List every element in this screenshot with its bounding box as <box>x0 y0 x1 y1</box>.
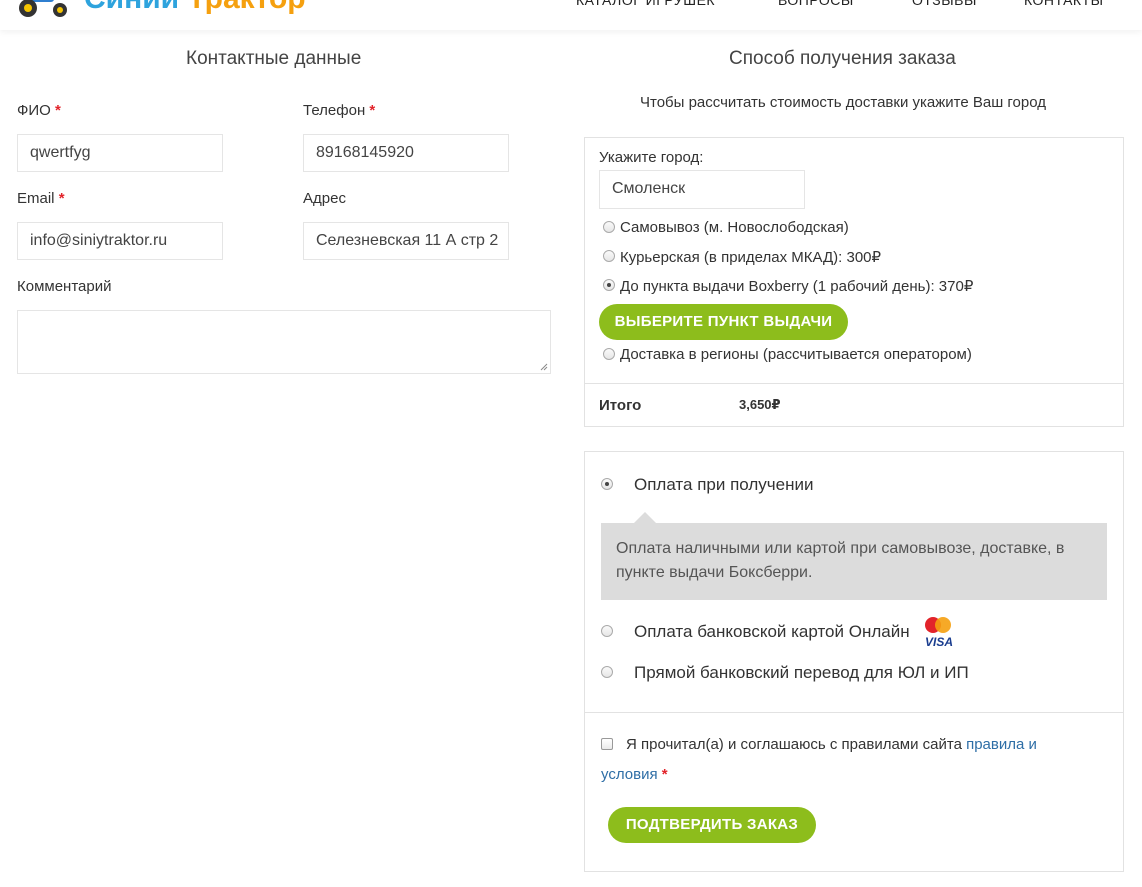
radio-pickup[interactable] <box>603 221 615 233</box>
site-header: Синий Трактор КАТАЛОГ ИГРУШЕК ВОПРОСЫ ОТ… <box>0 0 1142 30</box>
agree-text: Я прочитал(а) и соглашаюсь с правилами с… <box>601 730 1081 790</box>
nav-item-catalog[interactable]: КАТАЛОГ ИГРУШЕК <box>576 0 715 8</box>
delivery-box: Укажите город: Смоленск Самовывоз (м. Но… <box>584 137 1124 427</box>
radio-card-online[interactable] <box>601 625 613 637</box>
phone-label-text: Телефон <box>303 102 366 119</box>
payment-divider <box>585 712 1123 713</box>
choose-pickup-point-button[interactable]: ВЫБЕРИТЕ ПУНКТ ВЫДАЧИ <box>599 304 848 340</box>
fio-label: ФИО * <box>17 102 61 119</box>
agree-label: Я прочитал(а) и соглашаюсь с правилами с… <box>626 736 962 753</box>
nav-item-reviews[interactable]: ОТЗЫВЫ <box>912 0 977 8</box>
required-mark: * <box>58 190 65 207</box>
delivery-option-label[interactable]: Доставка в регионы (рассчитывается опера… <box>620 346 972 363</box>
site-logo[interactable]: Синий Трактор <box>84 0 306 16</box>
required-mark: * <box>55 102 61 119</box>
delivery-option-label[interactable]: Курьерская (в приделах МКАД): 300₽ <box>620 248 881 266</box>
payment-option-label[interactable]: Оплата при получении <box>634 475 813 495</box>
radio-courier[interactable] <box>603 250 615 262</box>
logo-text-part2: Трактор <box>187 0 305 15</box>
delivery-title: Способ получения заказа <box>729 48 956 69</box>
comment-textarea[interactable] <box>17 310 551 374</box>
city-input[interactable]: Смоленск <box>599 170 805 209</box>
contacts-title: Контактные данные <box>186 48 362 69</box>
payment-box: Оплата при получении Оплата наличными ил… <box>584 451 1124 872</box>
address-label: Адрес <box>303 190 346 207</box>
cod-description: Оплата наличными или картой при самовыво… <box>601 523 1107 600</box>
delivery-option-label[interactable]: До пункта выдачи Boxberry (1 рабочий ден… <box>620 277 973 295</box>
phone-input[interactable]: 89168145920 <box>303 134 509 172</box>
payment-option-label[interactable]: Оплата банковской картой Онлайн <box>634 622 910 642</box>
email-label: Email * <box>17 190 65 207</box>
logo-text-part1: Синий <box>84 0 179 15</box>
radio-regions[interactable] <box>603 348 615 360</box>
phone-label: Телефон * <box>303 102 375 119</box>
total-value: 3,650₽ <box>739 397 781 412</box>
radio-boxberry[interactable] <box>603 279 615 291</box>
nav-item-questions[interactable]: ВОПРОСЫ <box>778 0 854 8</box>
radio-cod[interactable] <box>601 478 613 490</box>
card-logo-text: VISA <box>925 635 953 649</box>
delivery-option-label[interactable]: Самовывоз (м. Новослободская) <box>620 219 849 236</box>
city-label: Укажите город: <box>599 149 704 166</box>
email-input[interactable]: info@siniytraktor.ru <box>17 222 223 260</box>
total-divider <box>585 383 1123 384</box>
radio-bank-transfer[interactable] <box>601 666 613 678</box>
fio-input[interactable]: qwertfyg <box>17 134 223 172</box>
address-input[interactable]: Селезневская 11 А стр 2 <box>303 222 509 260</box>
resize-grip-icon[interactable] <box>540 363 548 371</box>
required-mark: * <box>369 102 376 119</box>
mastercard-visa-icon: VISA <box>925 617 953 649</box>
fio-label-text: ФИО <box>17 102 51 119</box>
nav-item-contacts[interactable]: КОНТАКТЫ <box>1024 0 1104 8</box>
confirm-order-button[interactable]: ПОДТВЕРДИТЬ ЗАКАЗ <box>608 807 816 843</box>
comment-label: Комментарий <box>17 278 112 295</box>
required-mark: * <box>661 766 668 783</box>
tractor-logo-icon[interactable] <box>16 0 70 18</box>
total-label: Итого <box>599 397 642 414</box>
email-label-text: Email <box>17 190 55 207</box>
payment-option-label[interactable]: Прямой банковский перевод для ЮЛ и ИП <box>634 663 969 683</box>
delivery-hint: Чтобы рассчитать стоимость доставки укаж… <box>640 94 1047 111</box>
